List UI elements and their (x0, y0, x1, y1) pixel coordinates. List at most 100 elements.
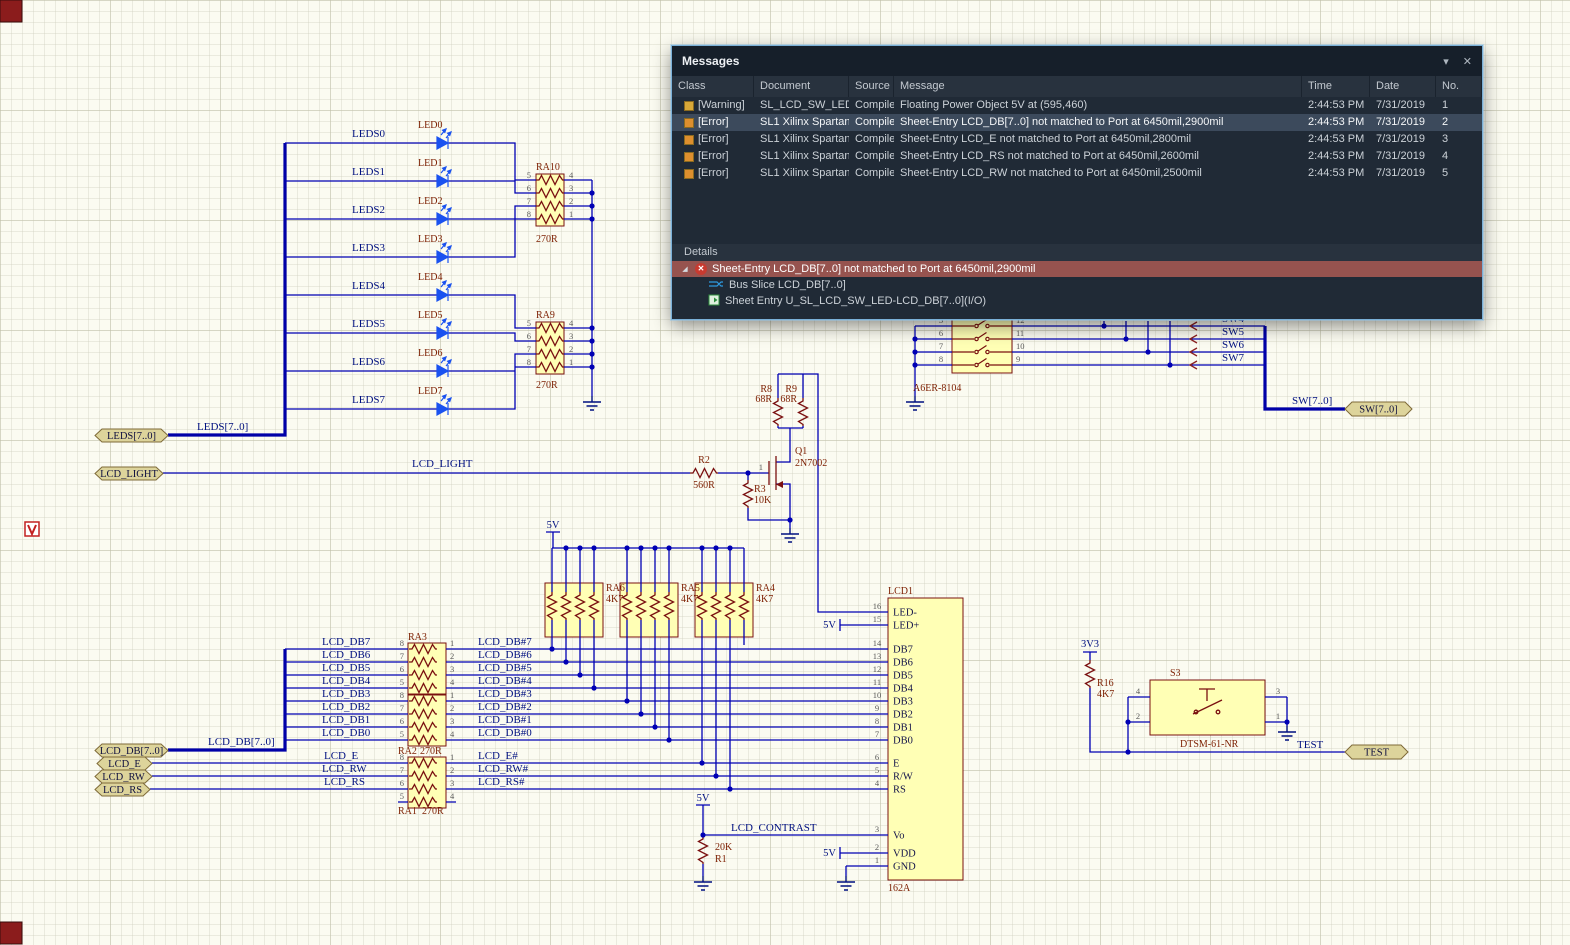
power-5v: 5V (697, 793, 710, 804)
error-icon (684, 117, 694, 128)
led-symbol (436, 128, 452, 150)
value: 162A (888, 883, 911, 894)
svg-text:10: 10 (873, 690, 882, 700)
svg-text:3: 3 (450, 716, 454, 726)
resistor-array-ra10 (535, 173, 565, 227)
net-label: LCD_DB#5 (478, 662, 532, 674)
column-header[interactable]: Message (894, 76, 1302, 97)
svg-text:12: 12 (873, 664, 882, 674)
column-header[interactable]: Time (1302, 76, 1370, 97)
designator: R16 (1097, 678, 1114, 689)
svg-text:8: 8 (875, 716, 879, 726)
net-label: LCD_DB6 (322, 649, 371, 661)
net-label: LCD_DB#3 (478, 688, 532, 700)
svg-text:3: 3 (450, 664, 454, 674)
svg-text:1: 1 (450, 752, 454, 762)
designator: RA9 (536, 310, 555, 321)
svg-text:DB5: DB5 (893, 671, 913, 682)
svg-text:8: 8 (527, 209, 531, 219)
messages-titlebar[interactable]: Messages ▾ ✕ (672, 46, 1482, 76)
svg-text:8: 8 (400, 690, 404, 700)
net-label: LCD_DB#4 (478, 675, 532, 687)
svg-text:7: 7 (400, 703, 404, 713)
net-label: LCD_DB#1 (478, 714, 532, 726)
details-header[interactable]: Details (672, 244, 1482, 261)
svg-text:LED-: LED- (893, 608, 917, 619)
designator: RA3 (408, 632, 427, 643)
designator: RA5 (681, 583, 700, 594)
svg-text:3: 3 (450, 778, 454, 788)
value: 270R (420, 746, 442, 757)
column-header[interactable]: Date (1370, 76, 1436, 97)
column-header[interactable]: Class (672, 76, 754, 97)
svg-text:LEDS[7..0]: LEDS[7..0] (107, 431, 156, 442)
net-label: LEDS4 (352, 280, 386, 292)
panel-menu-icon[interactable]: ▾ (1443, 55, 1449, 68)
message-row[interactable]: [Error] SL1 Xilinx Spartan Compile Sheet-… (672, 165, 1482, 182)
net-label: SW[7..0] (1292, 395, 1332, 407)
message-row[interactable]: [Warning] SL_LCD_SW_LED_2Compile Floatin… (672, 97, 1482, 114)
designator: S3 (1170, 668, 1181, 679)
svg-text:6: 6 (527, 331, 531, 341)
net-label: LCD_DB4 (322, 675, 371, 687)
message-row[interactable]: [Error] SL1 Xilinx Spartan Compile Sheet-… (672, 148, 1482, 165)
svg-text:DB0: DB0 (893, 736, 913, 747)
svg-text:2: 2 (875, 842, 879, 852)
svg-text:16: 16 (873, 601, 882, 611)
value: 10K (754, 495, 772, 506)
details-sheet-row[interactable]: Sheet Entry U_SL_LCD_SW_LED-LCD_DB[7..0]… (672, 293, 1482, 309)
column-header[interactable]: Source (849, 76, 894, 97)
net-label: LCD_E (324, 750, 359, 762)
sheet-corner-mark (0, 0, 23, 23)
led-symbol (436, 166, 452, 188)
net-label: LCD_DB3 (322, 688, 371, 700)
power-labels[interactable]: 5V 5V 5V 5V 3V3 (547, 520, 1099, 859)
net-label: LCD_E# (478, 750, 518, 762)
net-label: SW7 (1222, 352, 1245, 364)
svg-text:Vo: Vo (893, 831, 904, 842)
details-error-row[interactable]: ◢ ✕ Sheet-Entry LCD_DB[7..0] not matched… (672, 261, 1482, 277)
net-label: LCD_RW (322, 763, 367, 775)
no-erc-markers[interactable] (1188, 321, 1198, 370)
designator: LED6 (418, 348, 442, 359)
designator: R3 (754, 484, 766, 495)
expander-icon[interactable]: ◢ (680, 265, 690, 273)
power-3v3: 3V3 (1081, 639, 1099, 650)
svg-text:2: 2 (450, 703, 454, 713)
svg-text:6: 6 (939, 328, 943, 338)
led-symbol (436, 318, 452, 340)
error-icon (684, 151, 694, 162)
svg-text:11: 11 (1016, 328, 1024, 338)
svg-text:E: E (893, 759, 899, 770)
svg-text:3: 3 (875, 824, 879, 834)
net-label: LCD_LIGHT (412, 458, 473, 470)
message-row-selected[interactable]: [Error] SL1 Xilinx Spartan Compile Sheet-… (672, 114, 1482, 131)
value: 4K7 (1097, 689, 1114, 700)
svg-text:1: 1 (1276, 711, 1280, 721)
panel-title: Messages (682, 54, 740, 68)
message-row[interactable]: [Error] SL1 Xilinx Spartan Compile Sheet-… (672, 131, 1482, 148)
close-icon[interactable]: ✕ (1463, 55, 1472, 68)
net-label: LCD_CONTRAST (731, 822, 817, 834)
error-icon (684, 134, 694, 145)
svg-text:4: 4 (875, 778, 880, 788)
svg-text:5: 5 (400, 729, 404, 739)
svg-text:LED+: LED+ (893, 621, 919, 632)
column-header[interactable]: No. (1436, 76, 1482, 97)
net-label: SW5 (1222, 326, 1245, 338)
messages-empty-area (672, 182, 1482, 244)
q1-mosfet-symbol (768, 456, 777, 490)
error-marker[interactable] (24, 521, 40, 537)
value: 2N7002 (795, 458, 827, 469)
net-label: LCD_DB#6 (478, 649, 532, 661)
svg-text:2: 2 (450, 651, 454, 661)
svg-text:DB3: DB3 (893, 697, 913, 708)
svg-text:13: 13 (873, 651, 882, 661)
details-bus-row[interactable]: Bus Slice LCD_DB[7..0] (672, 277, 1482, 293)
power-5v: 5V (823, 848, 836, 859)
svg-text:14: 14 (873, 638, 882, 648)
net-label: LEDS5 (352, 318, 386, 330)
svg-text:GND: GND (893, 862, 916, 873)
designator: LED1 (418, 158, 442, 169)
column-header[interactable]: Document (754, 76, 849, 97)
